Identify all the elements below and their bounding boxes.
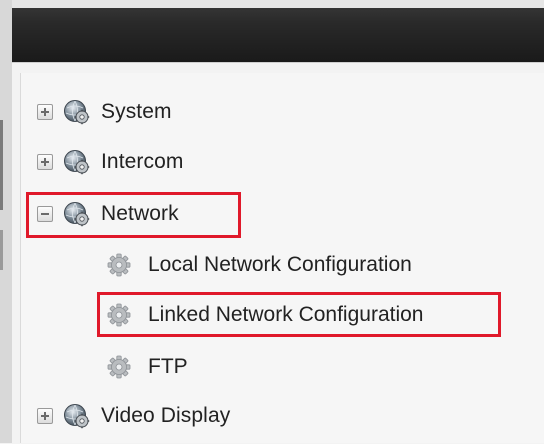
tree-item-local-network-configuration[interactable]: Local Network Configuration: [106, 248, 412, 282]
expand-plus-icon[interactable]: [37, 408, 53, 424]
tree-item-label: System: [101, 100, 172, 123]
expand-plus-icon[interactable]: [37, 154, 53, 170]
highlight-box-network: [26, 192, 241, 238]
tree-item-system[interactable]: System: [37, 95, 172, 129]
title-bar-top-edge: [12, 0, 544, 8]
gear-globe-icon: [63, 149, 91, 175]
tree-item-video-display[interactable]: Video Display: [37, 399, 230, 433]
tree-item-intercom[interactable]: Intercom: [37, 145, 184, 179]
gear-globe-icon: [63, 403, 91, 429]
expand-plus-icon[interactable]: [37, 104, 53, 120]
edge-shadow: [0, 120, 3, 210]
highlight-box-linked-network-configuration: [97, 292, 501, 337]
edge-shadow: [0, 230, 3, 270]
gear-icon: [106, 354, 134, 380]
title-bar: [12, 0, 544, 62]
tree-item-ftp[interactable]: FTP: [106, 350, 188, 384]
tree-item-label: Video Display: [101, 404, 231, 427]
gear-globe-icon: [63, 99, 91, 125]
tree-item-label: FTP: [148, 355, 188, 378]
tree-item-label: Local Network Configuration: [148, 253, 412, 276]
gear-icon: [106, 252, 134, 278]
tree-item-label: Intercom: [101, 150, 184, 173]
